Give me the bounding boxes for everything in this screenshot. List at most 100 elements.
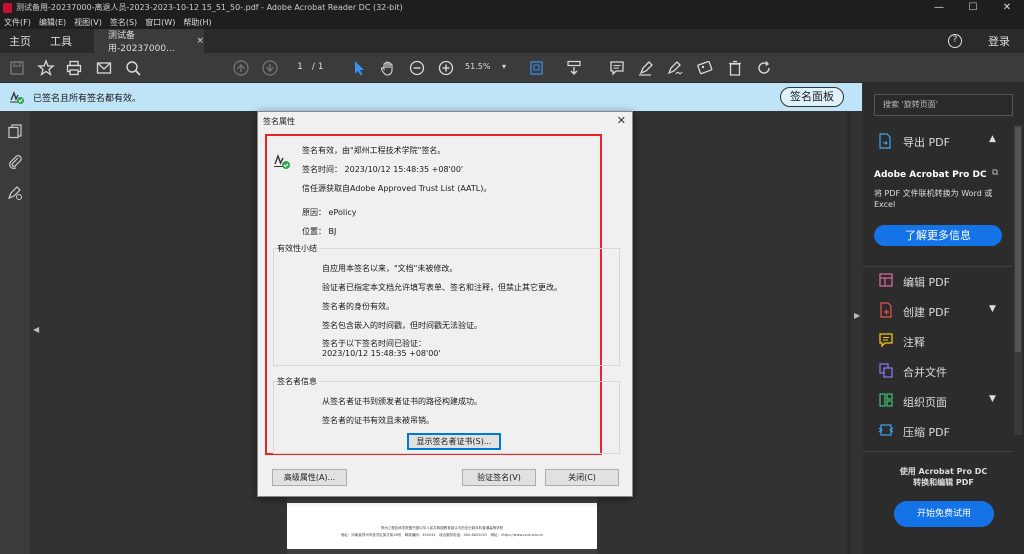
tab-bar: 主页 工具 测试备用-20237000... × ? 登录 [0,29,1024,54]
scroll-mode-icon[interactable] [565,59,583,77]
stamp-icon[interactable] [696,59,714,77]
signature-status-text: 已签名且所有签名都有效。 [33,93,142,104]
menu-window[interactable]: 窗口(W) [145,17,175,28]
free-trial-button[interactable]: 开始免费试用 [894,501,994,527]
page-up-icon[interactable] [232,59,250,77]
page-down-icon[interactable] [261,59,279,77]
create-pdf-tool[interactable]: 创建 PDF ▼ [863,296,1013,324]
highlight-icon[interactable] [637,59,655,77]
show-signer-certificate-button[interactable]: 显示签名者证书(S)... [407,433,501,450]
page-number-input[interactable]: 1 [291,62,309,72]
attachment-icon[interactable] [7,153,23,169]
compress-pdf-icon [878,424,894,436]
minimize-button[interactable]: — [922,0,956,15]
star-icon[interactable] [37,59,55,77]
organize-pages-icon [879,393,893,407]
signature-properties-dialog: 签名属性 ✕ 签名有效，由"郑州工程技术学院"签名。 签名时间： 2023/10… [257,111,633,497]
validity-line: 签名包含嵌入的时间戳，但时间戳无法验证。 [322,321,482,330]
hand-icon[interactable] [379,59,397,77]
zoom-dropdown[interactable]: 51.5% ▾ [465,62,515,71]
chevron-left-icon: ◀ [33,325,40,334]
menu-view[interactable]: 视图(V) [74,17,102,28]
menu-help[interactable]: 帮助(H) [183,17,211,28]
right-collapse-handle[interactable]: ▶ [851,111,863,554]
search-icon[interactable] [124,59,142,77]
learn-more-button[interactable]: 了解更多信息 [874,225,1002,246]
dialog-close-button[interactable]: 关闭(C) [545,469,619,486]
signature-valid-text: 签名有效，由"郑州工程技术学院"签名。 [302,146,446,155]
comment-tool-icon [879,333,893,348]
delete-icon[interactable] [726,59,744,77]
compress-pdf-tool[interactable]: 压缩 PDF [863,416,1013,444]
tab-tools[interactable]: 工具 [50,33,72,49]
zoom-out-icon[interactable] [408,59,426,77]
comment-tool[interactable]: 注释 [863,326,1013,354]
zoom-value: 51.5% [465,62,491,71]
menu-sign[interactable]: 签名(S) [110,17,137,28]
validity-line: 验证者已指定本文档允许填写表单、签名和注释，但禁止其它更改。 [322,283,562,292]
left-nav-rail [0,111,30,554]
advanced-properties-button[interactable]: 高级属性(A)... [272,469,347,486]
fit-page-icon[interactable] [528,59,546,77]
comment-icon[interactable] [608,59,626,77]
promo-product-name: Adobe Acrobat Pro DC [874,170,987,180]
convert-icon: ⧉ [992,168,999,178]
panel-scrollbar-thumb[interactable] [1015,127,1021,352]
panel-scrollbar[interactable] [1014,125,1022,435]
left-collapse-handle[interactable]: ◀ [30,111,42,554]
chevron-right-icon: ▶ [854,311,861,320]
create-pdf-label: 创建 PDF [903,306,950,319]
validity-line: 签名者的身份有效。 [322,302,394,311]
reason-text: 原因： ePolicy [302,208,357,217]
chevron-down-icon[interactable]: ▼ [989,394,996,404]
tab-document[interactable]: 测试备用-20237000... × [94,29,204,54]
divider [863,451,1013,452]
signature-valid-icon [274,153,290,169]
pages-icon[interactable] [7,123,23,139]
zoom-in-icon[interactable] [437,59,455,77]
edit-pdf-icon [879,273,893,287]
tool-search-input[interactable]: 搜索 '旋转页面' [874,94,1013,116]
menu-file[interactable]: 文件(F) [4,17,31,28]
combine-files-label: 合并文件 [903,366,947,379]
print-icon[interactable] [65,59,83,77]
dialog-title: 签名属性 [263,117,295,126]
toolbar: 1 / 1 51.5% ▾ [0,53,1024,83]
combine-files-tool[interactable]: 合并文件 [863,356,1013,384]
signer-info-line: 签名者的证书有效且未被吊销。 [322,416,434,425]
menu-bar: 文件(F) 编辑(E) 视图(V) 签名(S) 窗口(W) 帮助(H) [0,15,1024,29]
chevron-down-icon: ▾ [501,62,506,71]
export-pdf-label: 导出 PDF [903,136,950,149]
create-pdf-icon [880,302,892,318]
chevron-down-icon[interactable]: ▼ [989,304,996,314]
comment-label: 注释 [903,336,925,349]
help-icon[interactable]: ? [948,34,962,48]
trust-source-text: 信任源获取自Adobe Approved Trust List (AATL)。 [302,184,492,193]
signer-info-line: 从签名者证书到颁发者证书的路径构建成功。 [322,397,482,406]
validate-signature-button[interactable]: 验证签名(V) [462,469,536,486]
save-icon[interactable] [8,59,26,77]
edit-pdf-tool[interactable]: 编辑 PDF [863,266,1013,294]
window-title: 测试备用-20237000-离退人员-2023-2023-10-12 15_51… [16,3,403,12]
edit-pdf-label: 编辑 PDF [903,276,950,289]
upgrade-text: 使用 Acrobat Pro DC 转换和编辑 PDF [899,467,988,487]
signer-info-label: 签名者信息 [277,376,319,387]
rotate-icon[interactable] [755,59,773,77]
signature-panel-button[interactable]: 签名面板 [780,87,844,107]
maximize-button[interactable]: ☐ [956,0,990,15]
close-window-button[interactable]: ✕ [990,0,1024,15]
export-pdf-tool[interactable]: 导出 PDF ▲ [863,127,1013,155]
email-icon[interactable] [95,59,113,77]
select-cursor-icon[interactable] [350,59,368,77]
chevron-up-icon[interactable]: ▲ [989,134,996,144]
login-button[interactable]: 登录 [988,33,1010,49]
signature-panel-icon[interactable] [7,185,23,201]
dialog-close-icon[interactable]: ✕ [617,114,626,127]
menu-edit[interactable]: 编辑(E) [39,17,66,28]
organize-pages-tool[interactable]: 组织页面 ▼ [863,386,1013,414]
export-pdf-icon [879,133,891,149]
sign-icon[interactable] [666,59,684,77]
location-text: 位置： BJ [302,227,337,236]
tab-home[interactable]: 主页 [9,33,31,49]
tab-close-icon[interactable]: × [196,36,204,46]
